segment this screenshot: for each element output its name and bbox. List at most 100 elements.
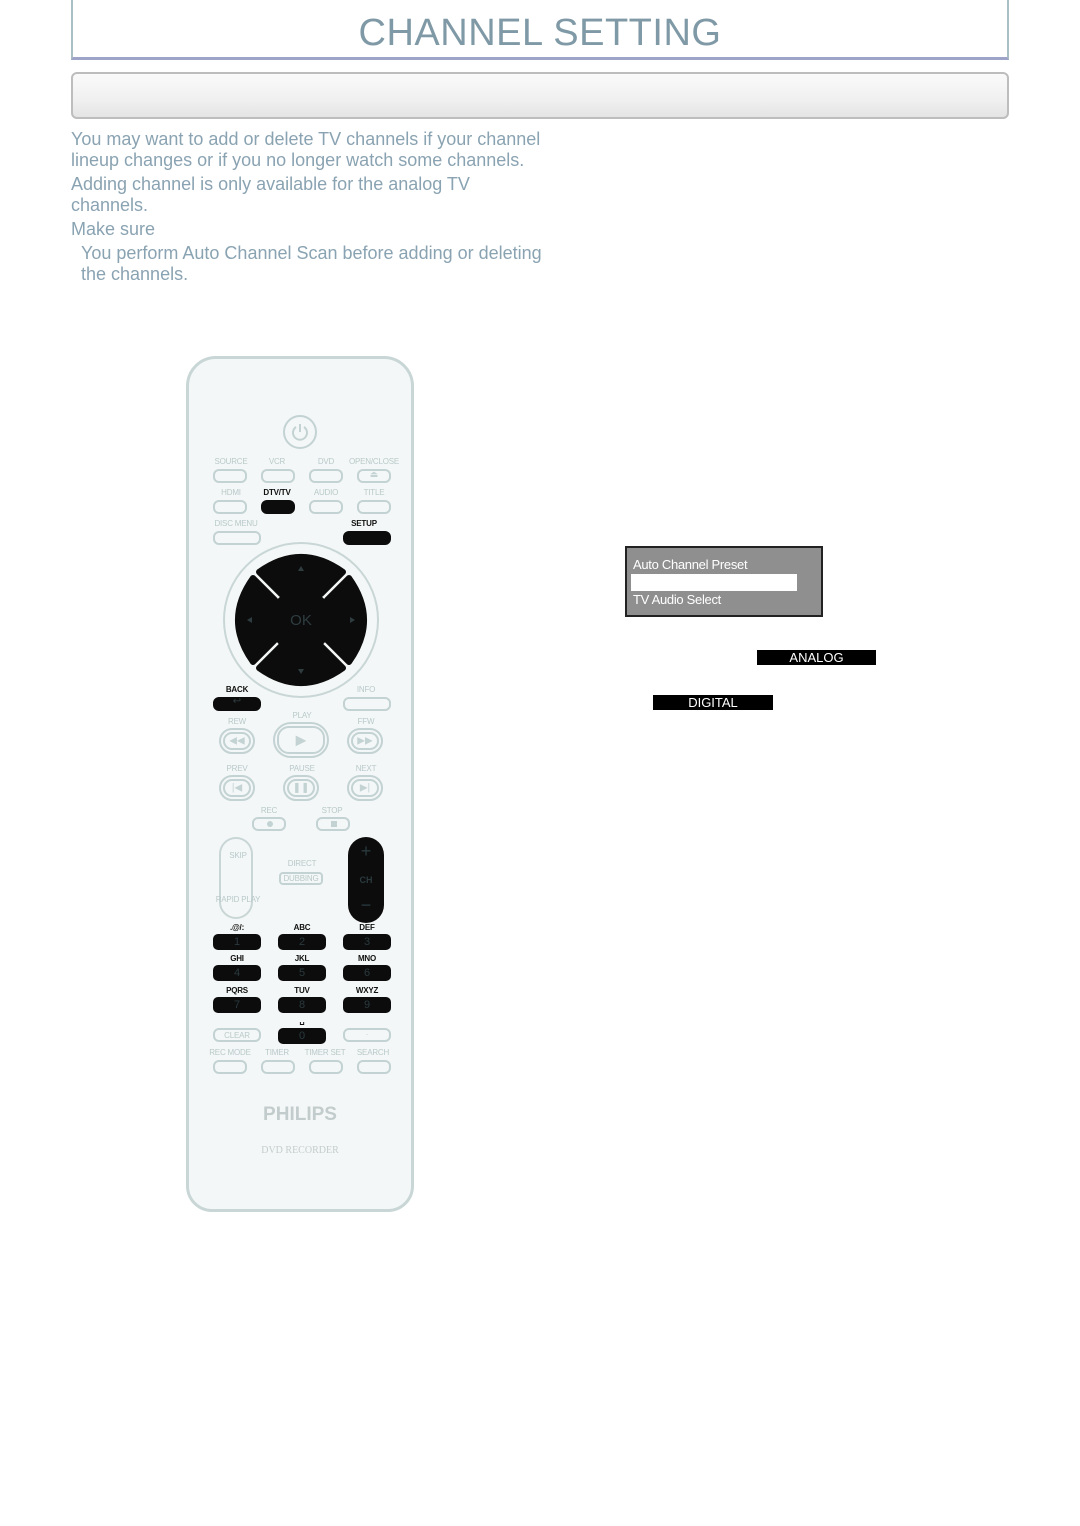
channel-up-icon[interactable]: +: [348, 841, 384, 862]
page-title: CHANNEL SETTING: [358, 12, 722, 54]
key-8-letters: TUV: [294, 986, 310, 995]
intro-text: You may want to add or delete TV channel…: [71, 129, 551, 288]
skip-label: SKIP: [229, 851, 247, 860]
pause-button[interactable]: ❚❚: [283, 775, 319, 801]
key-7[interactable]: 7: [213, 997, 261, 1013]
fast-forward-icon: ▶▶: [357, 735, 373, 747]
rew-button[interactable]: ◀◀: [219, 728, 255, 754]
ch-label: CH: [359, 875, 373, 885]
title-label: TITLE: [363, 488, 385, 497]
analog-tag: ANALOG: [757, 650, 876, 665]
title-box: CHANNEL SETTING: [71, 0, 1009, 60]
power-icon: [292, 424, 308, 441]
intro-paragraph-1: You may want to add or delete TV channel…: [71, 129, 541, 170]
return-icon: ↩: [232, 696, 242, 707]
search-button[interactable]: [357, 1060, 391, 1074]
key-4[interactable]: 4: [213, 965, 261, 981]
menu-item-auto-channel-preset[interactable]: Auto Channel Preset: [633, 557, 748, 572]
stop-label: STOP: [321, 806, 343, 815]
rewind-icon: ◀◀: [229, 735, 245, 747]
info-label: INFO: [356, 685, 376, 694]
disc-menu-button[interactable]: [213, 531, 261, 545]
stop-icon: [331, 821, 337, 827]
open-close-button[interactable]: ⏏: [357, 469, 391, 483]
key-5[interactable]: 5: [278, 965, 326, 981]
clear-button[interactable]: CLEAR: [213, 1028, 261, 1042]
dot-label: ·: [365, 1030, 369, 1039]
next-button[interactable]: ▶|: [347, 775, 383, 801]
ffw-button[interactable]: ▶▶: [347, 728, 383, 754]
key-9-letters: WXYZ: [355, 986, 379, 995]
eject-icon: ⏏: [369, 469, 379, 479]
skip-forward-icon: ▶|: [359, 782, 371, 794]
channel-down-icon[interactable]: −: [348, 895, 384, 916]
pause-label: PAUSE: [289, 764, 315, 773]
open-close-label: OPEN/CLOSE: [348, 457, 400, 466]
play-icon: ▶: [295, 731, 307, 748]
rec-mode-button[interactable]: [213, 1060, 247, 1074]
key-6[interactable]: 6: [343, 965, 391, 981]
source-button[interactable]: [213, 469, 247, 483]
search-label: SEARCH: [356, 1048, 390, 1057]
disc-menu-label: DISC MENU: [214, 519, 258, 528]
title-button[interactable]: [357, 500, 391, 514]
timer-button[interactable]: [261, 1060, 295, 1074]
back-button[interactable]: ↩: [213, 696, 261, 711]
key-6-letters: MNO: [357, 954, 377, 963]
info-button[interactable]: [343, 697, 391, 711]
prev-button[interactable]: |◀: [219, 775, 255, 801]
skip-rapid-play-button[interactable]: SKIP RAPID PLAY: [216, 837, 260, 919]
channel-rocker[interactable]: + CH −: [348, 837, 384, 923]
ffw-label: FFW: [357, 717, 375, 726]
dvd-button[interactable]: [309, 469, 343, 483]
timer-set-button[interactable]: [309, 1060, 343, 1074]
setup-button[interactable]: [343, 531, 391, 545]
record-icon: [267, 821, 273, 827]
menu-item-tv-audio-select[interactable]: TV Audio Select: [633, 592, 721, 607]
back-label: BACK: [225, 685, 249, 694]
model-label: DVD RECORDER: [261, 1145, 339, 1156]
space-label: ␣: [299, 1016, 305, 1025]
stop-button[interactable]: [316, 817, 350, 831]
key-3-letters: DEF: [359, 923, 375, 932]
play-button[interactable]: ▶: [273, 722, 329, 758]
next-label: NEXT: [355, 764, 377, 773]
key-3[interactable]: 3: [343, 934, 391, 950]
dubbing-button[interactable]: DUBBING: [279, 872, 323, 885]
key-2[interactable]: 2: [278, 934, 326, 950]
key-5-letters: JKL: [294, 954, 310, 963]
make-sure-item: You perform Auto Channel Scan before add…: [81, 243, 542, 284]
rew-label: REW: [227, 717, 247, 726]
key-0[interactable]: 0: [278, 1028, 326, 1044]
vcr-button[interactable]: [261, 469, 295, 483]
brand-logo: PHILIPS: [263, 1104, 337, 1125]
make-sure-label: Make sure: [71, 219, 156, 239]
key-2-letters: ABC: [293, 923, 311, 932]
setup-menu: Auto Channel Preset TV Audio Select: [625, 546, 823, 617]
key-7-letters: PQRS: [226, 986, 248, 995]
power-button[interactable]: [283, 415, 317, 449]
rec-label: REC: [260, 806, 278, 815]
dtv-tv-button[interactable]: [261, 500, 295, 514]
key-8[interactable]: 8: [278, 997, 326, 1013]
key-4-letters: GHI: [230, 954, 244, 963]
play-label: PLAY: [292, 711, 312, 720]
pause-icon: ❚❚: [292, 782, 310, 794]
audio-button[interactable]: [309, 500, 343, 514]
key-9[interactable]: 9: [343, 997, 391, 1013]
hdmi-button[interactable]: [213, 500, 247, 514]
direct-label: DIRECT: [287, 859, 317, 868]
digital-tag: DIGITAL: [653, 695, 773, 710]
subtitle-bar: [71, 72, 1009, 119]
menu-item-selected[interactable]: [631, 574, 797, 591]
key-1[interactable]: 1: [213, 934, 261, 950]
skip-back-icon: |◀: [231, 782, 243, 794]
ok-button[interactable]: OK: [269, 589, 333, 653]
dot-button[interactable]: ·: [343, 1028, 391, 1042]
key-1-letters: .@/:: [229, 923, 245, 932]
rapid-play-label: RAPID PLAY: [215, 895, 261, 904]
prev-label: PREV: [226, 764, 248, 773]
rec-button[interactable]: [252, 817, 286, 831]
setup-label: SETUP: [351, 519, 377, 528]
dubbing-label: DUBBING: [283, 874, 319, 883]
